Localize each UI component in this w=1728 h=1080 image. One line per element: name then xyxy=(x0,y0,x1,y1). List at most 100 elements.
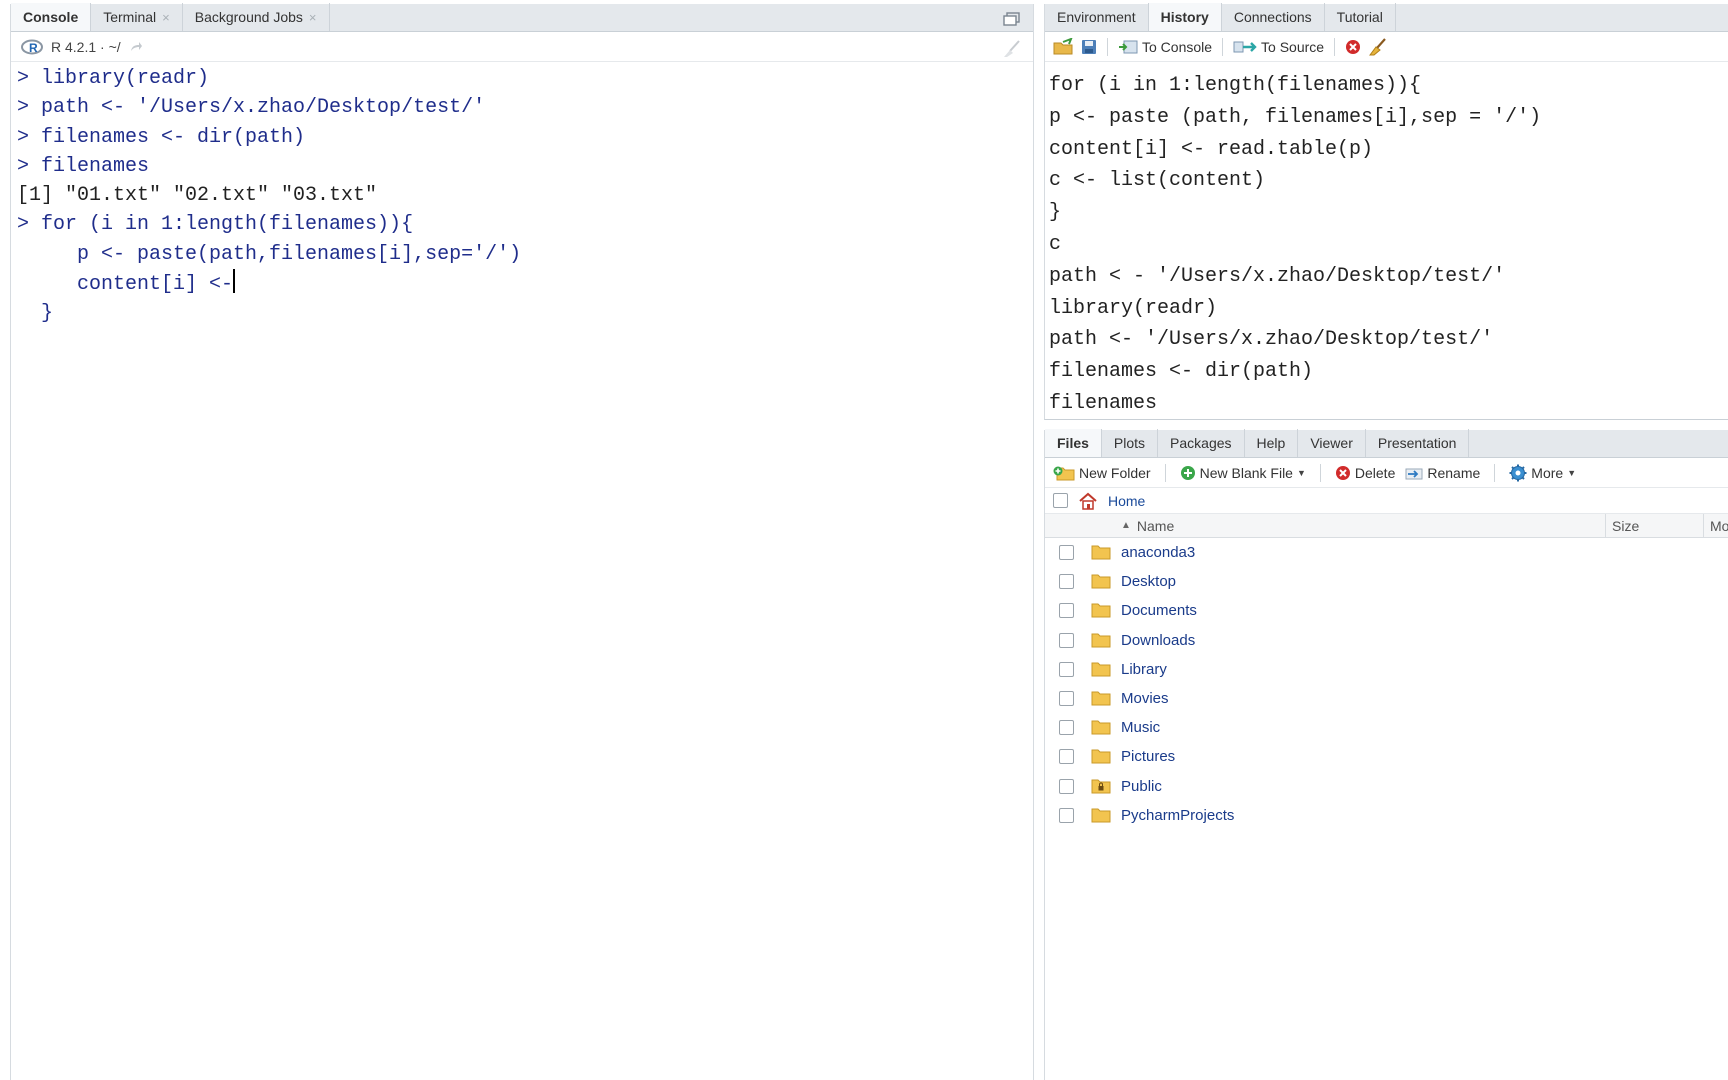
file-row[interactable]: Library xyxy=(1045,655,1728,684)
history-entry[interactable]: path <- '/Users/x.zhao/Desktop/test/' xyxy=(1049,324,1728,356)
file-name[interactable]: Public xyxy=(1121,778,1162,795)
modified-column-header[interactable]: Mo xyxy=(1703,513,1728,538)
file-name[interactable]: Desktop xyxy=(1121,573,1176,590)
home-icon[interactable] xyxy=(1078,492,1098,510)
tab-environment[interactable]: Environment xyxy=(1045,3,1149,31)
file-row[interactable]: Downloads xyxy=(1045,626,1728,655)
console-line: > path <- '/Users/x.zhao/Desktop/test/' xyxy=(17,96,486,120)
file-name[interactable]: Library xyxy=(1121,661,1167,678)
folder-icon xyxy=(1091,749,1111,764)
folder-icon xyxy=(1091,574,1111,589)
row-checkbox[interactable] xyxy=(1059,778,1074,794)
tab-background-jobs[interactable]: Background Jobs × xyxy=(183,3,330,31)
history-list[interactable]: for (i in 1:length(filenames)){p <- past… xyxy=(1045,62,1728,420)
history-entry[interactable]: } xyxy=(1049,197,1728,229)
tab-history[interactable]: History xyxy=(1148,3,1222,31)
new-blank-file-button[interactable]: New Blank File ▼ xyxy=(1180,465,1306,481)
clear-history-broom-icon[interactable] xyxy=(1367,37,1389,56)
tab-console[interactable]: Console xyxy=(11,3,92,31)
text-cursor xyxy=(233,269,236,294)
toolbar-separator xyxy=(1222,37,1224,56)
tab-label: Terminal xyxy=(103,9,157,25)
file-row[interactable]: Desktop xyxy=(1045,567,1728,596)
save-icon[interactable] xyxy=(1081,39,1097,55)
history-entry[interactable]: c xyxy=(1049,229,1728,261)
toolbar-separator xyxy=(1164,463,1166,482)
file-row[interactable]: anaconda3 xyxy=(1045,538,1728,567)
row-checkbox[interactable] xyxy=(1059,807,1074,823)
delete-button[interactable]: Delete xyxy=(1335,465,1395,481)
name-column-header[interactable]: ▲ Name xyxy=(1121,518,1174,534)
row-checkbox[interactable] xyxy=(1059,603,1074,619)
file-row[interactable]: Music xyxy=(1045,713,1728,742)
tab-help[interactable]: Help xyxy=(1245,429,1299,457)
clear-console-icon[interactable] xyxy=(1001,40,1023,58)
tab-label: Background Jobs xyxy=(194,9,303,25)
file-row[interactable]: Public xyxy=(1045,772,1728,801)
file-row[interactable]: Pictures xyxy=(1045,742,1728,771)
console-subbar: R R 4.2.1 · ~/ xyxy=(11,32,1033,62)
file-name[interactable]: Pictures xyxy=(1121,748,1175,765)
row-checkbox[interactable] xyxy=(1059,574,1074,590)
breadcrumb: Home xyxy=(1045,488,1728,514)
file-name[interactable]: anaconda3 xyxy=(1121,544,1195,561)
history-entry[interactable]: path < - '/Users/x.zhao/Desktop/test/' xyxy=(1049,261,1728,293)
tab-files[interactable]: Files xyxy=(1045,429,1102,457)
r-logo-icon: R xyxy=(21,39,43,55)
restore-pane-icon[interactable] xyxy=(1003,12,1021,26)
files-toolbar: New Folder New Blank File ▼ Delete Renam… xyxy=(1045,458,1728,488)
close-icon[interactable]: × xyxy=(309,10,317,25)
history-entry[interactable]: library(readr) xyxy=(1049,293,1728,325)
folder-icon xyxy=(1091,633,1111,648)
breadcrumb-home-link[interactable]: Home xyxy=(1108,493,1145,509)
more-button[interactable]: More ▼ xyxy=(1509,464,1576,482)
tab-label: Environment xyxy=(1057,9,1136,25)
files-list-header: ▲ Name Size Mo xyxy=(1045,513,1728,538)
tab-plots[interactable]: Plots xyxy=(1102,429,1159,457)
history-entry[interactable]: for (i in 1:length(filenames)){ xyxy=(1049,70,1728,102)
select-all-checkbox[interactable] xyxy=(1053,493,1068,508)
console-pane: Console Terminal × Background Jobs × R R… xyxy=(10,3,1034,1080)
row-checkbox[interactable] xyxy=(1059,691,1074,707)
row-checkbox[interactable] xyxy=(1059,661,1074,677)
file-name[interactable]: PycharmProjects xyxy=(1121,807,1234,824)
tab-tutorial[interactable]: Tutorial xyxy=(1325,3,1396,31)
to-source-button[interactable]: To Source xyxy=(1233,39,1324,55)
to-source-label: To Source xyxy=(1261,38,1325,55)
history-entry[interactable]: content[i] <- read.table(p) xyxy=(1049,134,1728,166)
rename-button[interactable]: Rename xyxy=(1405,465,1480,481)
share-arrow-icon[interactable] xyxy=(129,41,143,53)
tab-viewer[interactable]: Viewer xyxy=(1298,429,1366,457)
console-line: content[i] <- xyxy=(17,273,234,297)
file-name[interactable]: Music xyxy=(1121,719,1160,736)
console-output[interactable]: > library(readr) > path <- '/Users/x.zhao… xyxy=(11,62,1033,329)
history-entry[interactable]: filenames <- dir(path) xyxy=(1049,356,1728,388)
console-input-line[interactable]: content[i] <- xyxy=(17,269,1033,299)
size-column-header[interactable]: Size xyxy=(1605,513,1639,538)
to-console-button[interactable]: To Console xyxy=(1118,39,1212,55)
new-folder-button[interactable]: New Folder xyxy=(1053,465,1151,481)
remove-entry-icon[interactable] xyxy=(1345,39,1361,55)
tab-terminal[interactable]: Terminal × xyxy=(91,3,183,31)
row-checkbox[interactable] xyxy=(1059,720,1074,736)
tab-packages[interactable]: Packages xyxy=(1158,429,1245,457)
file-row[interactable]: Movies xyxy=(1045,684,1728,713)
environment-tabbar: Environment History Connections Tutorial xyxy=(1045,3,1728,32)
row-checkbox[interactable] xyxy=(1059,749,1074,765)
tab-connections[interactable]: Connections xyxy=(1222,3,1325,31)
file-name[interactable]: Movies xyxy=(1121,690,1169,707)
file-name[interactable]: Documents xyxy=(1121,602,1197,619)
sort-ascending-icon: ▲ xyxy=(1121,520,1131,531)
open-folder-icon[interactable] xyxy=(1053,37,1075,56)
tab-presentation[interactable]: Presentation xyxy=(1366,429,1470,457)
gear-icon xyxy=(1509,464,1527,481)
file-row[interactable]: PycharmProjects xyxy=(1045,801,1728,830)
file-row[interactable]: Documents xyxy=(1045,596,1728,625)
row-checkbox[interactable] xyxy=(1059,632,1074,648)
file-name[interactable]: Downloads xyxy=(1121,632,1195,649)
history-entry[interactable]: c <- list(content) xyxy=(1049,165,1728,197)
history-entry[interactable]: filenames xyxy=(1049,388,1728,420)
history-entry[interactable]: p <- paste (path, filenames[i],sep = '/'… xyxy=(1049,102,1728,134)
close-icon[interactable]: × xyxy=(162,10,170,25)
row-checkbox[interactable] xyxy=(1059,545,1074,561)
